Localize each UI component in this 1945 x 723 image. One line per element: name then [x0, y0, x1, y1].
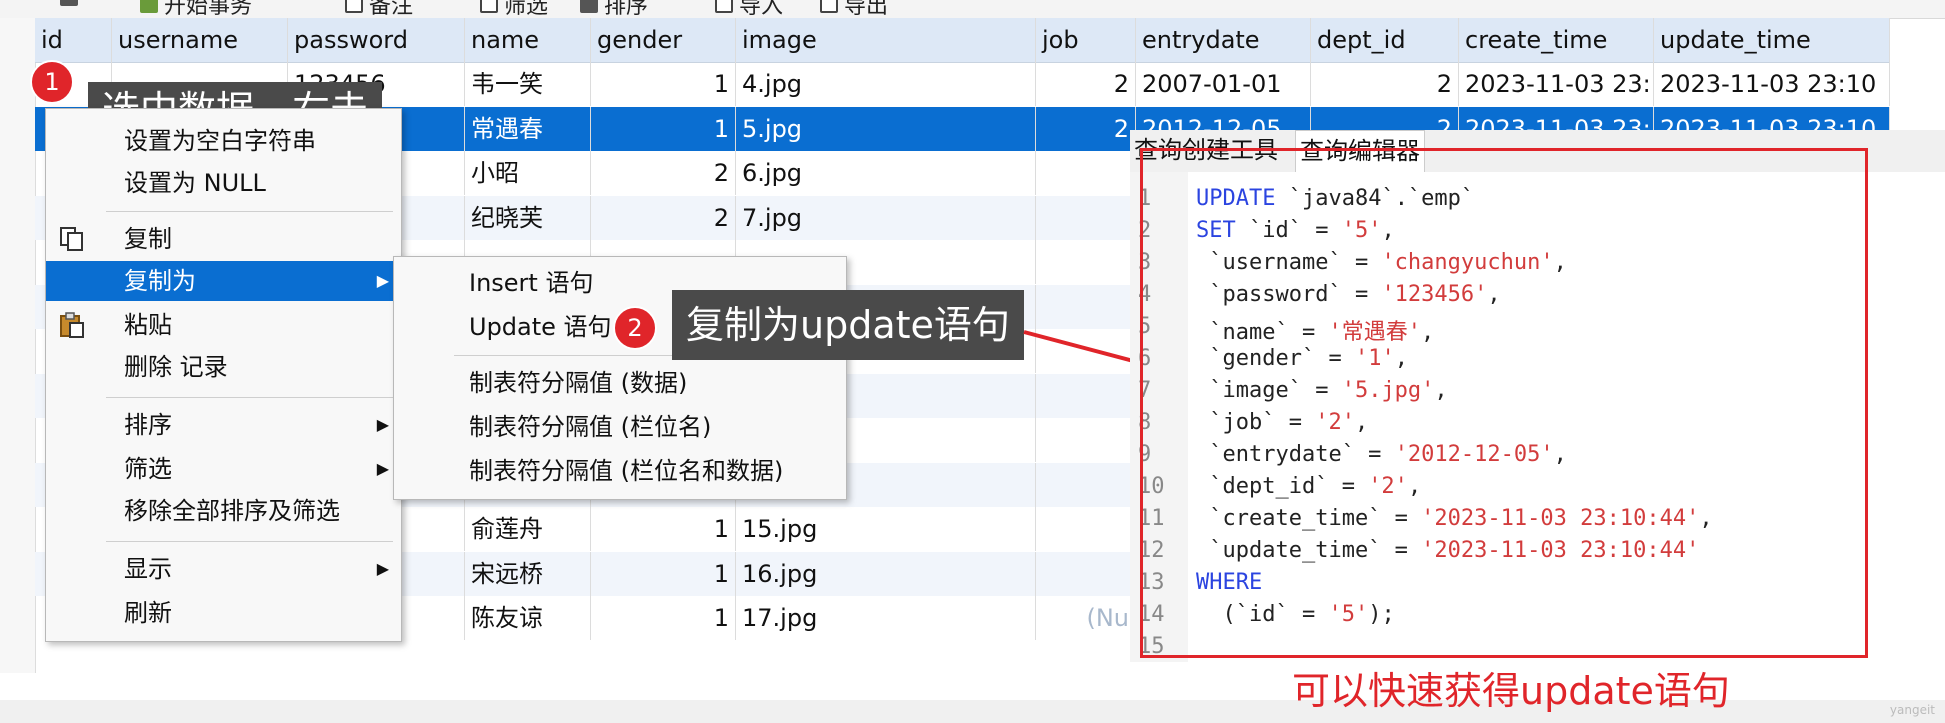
- menu-item-refresh[interactable]: 刷新: [46, 593, 401, 633]
- toolbar-item-export[interactable]: 导出: [820, 0, 888, 18]
- table-cell-gender[interactable]: 1: [591, 106, 736, 151]
- import-icon: [715, 0, 733, 13]
- table-cell-create-time[interactable]: 2023-11-03 23:1: [1459, 62, 1654, 106]
- menu-item-show[interactable]: 显示 ▶: [46, 549, 401, 589]
- result-note: 可以快速获得update语句: [1292, 669, 1730, 713]
- grid-header: id username password name gender image job entr…: [35, 18, 1890, 63]
- context-menu: 设置为空白字符串 设置为 NULL 复制 复制为 ▶ 粘贴 删除 记录 排序 ▶ 筛…: [45, 108, 402, 642]
- menu-item-clear-sort-filter[interactable]: 移除全部排序及筛选: [46, 491, 401, 531]
- submenu-arrow-icon: ▶: [376, 559, 389, 578]
- table-cell-image[interactable]: 16.jpg: [736, 551, 1036, 596]
- menu-separator: [106, 211, 393, 212]
- column-header-image[interactable]: image: [736, 18, 1036, 62]
- table-cell-name[interactable]: 宋远桥: [465, 551, 591, 596]
- table-cell-job[interactable]: [1036, 151, 1136, 195]
- table-cell-name[interactable]: 陈友谅: [465, 596, 591, 640]
- column-header-entrydate[interactable]: entrydate: [1136, 18, 1311, 62]
- table-cell-job[interactable]: [1036, 462, 1136, 507]
- column-header-job[interactable]: job: [1036, 18, 1136, 62]
- play-icon: [140, 0, 158, 13]
- table-cell-gender[interactable]: 1: [591, 551, 736, 596]
- column-header-update-time[interactable]: update_time: [1654, 18, 1890, 62]
- table-cell-name[interactable]: 韦一笑: [465, 62, 591, 106]
- watermark: yangeit: [1889, 703, 1935, 717]
- menu-separator: [106, 397, 393, 398]
- column-header-gender[interactable]: gender: [591, 18, 736, 62]
- copy-icon: [60, 227, 83, 251]
- toolbar-item-note[interactable]: 备注: [345, 0, 413, 18]
- submenu-arrow-icon: ▶: [376, 271, 389, 290]
- note-icon: [345, 0, 363, 13]
- table-cell-job[interactable]: (Nu: [1036, 596, 1136, 640]
- row-selector-gutter[interactable]: [0, 18, 36, 673]
- table-cell-gender[interactable]: 1: [591, 507, 736, 551]
- table-cell-gender[interactable]: 1: [591, 62, 736, 106]
- column-header-create-time[interactable]: create_time: [1459, 18, 1654, 62]
- column-header-username[interactable]: username: [112, 18, 288, 62]
- column-header-password[interactable]: password: [288, 18, 465, 62]
- column-header-dept-id[interactable]: dept_id: [1311, 18, 1459, 62]
- menu-separator: [106, 541, 393, 542]
- table-cell-dept-id[interactable]: 2: [1311, 62, 1459, 106]
- table-cell-job[interactable]: [1036, 418, 1136, 462]
- table-cell-image[interactable]: 5.jpg: [736, 106, 1036, 151]
- menu-item-set-empty-string[interactable]: 设置为空白字符串: [46, 121, 401, 161]
- table-cell-name[interactable]: 常遇春: [465, 106, 591, 151]
- export-icon: [820, 0, 838, 13]
- table-cell-name[interactable]: 小昭: [465, 151, 591, 195]
- table-cell-job[interactable]: 2: [1036, 62, 1136, 106]
- table-cell-entrydate[interactable]: 2007-01-01: [1136, 62, 1311, 106]
- table-cell-gender[interactable]: 2: [591, 195, 736, 240]
- submenu-item-tsv-fieldnames[interactable]: 制表符分隔值 (栏位名): [394, 407, 846, 447]
- callout-step2: 复制为update语句: [672, 290, 1024, 360]
- table-cell-update-time[interactable]: 2023-11-03 23:10: [1654, 62, 1890, 106]
- table-cell-name[interactable]: 俞莲舟: [465, 507, 591, 551]
- menu-item-paste[interactable]: 粘贴: [46, 305, 401, 345]
- paste-icon: [60, 312, 84, 338]
- menu-item-copy[interactable]: 复制: [46, 219, 401, 259]
- highlight-box: [1140, 148, 1868, 658]
- menu-item-filter[interactable]: 筛选 ▶: [46, 449, 401, 489]
- submenu-arrow-icon: ▶: [376, 415, 389, 434]
- table-cell-image[interactable]: 7.jpg: [736, 195, 1036, 240]
- table-cell-job[interactable]: 2: [1036, 106, 1136, 151]
- column-header-name[interactable]: name: [465, 18, 591, 62]
- table-cell-gender[interactable]: 1: [591, 596, 736, 640]
- filter-icon: [480, 0, 498, 13]
- table-cell-job[interactable]: [1036, 551, 1136, 596]
- table-cell-image[interactable]: 15.jpg: [736, 507, 1036, 551]
- table-cell-image[interactable]: 4.jpg: [736, 62, 1036, 106]
- toolbar-item-begin-transaction[interactable]: 开始事务: [140, 0, 252, 18]
- menu-item-delete-record[interactable]: 删除 记录: [46, 347, 401, 387]
- menu-item-copy-as[interactable]: 复制为 ▶: [46, 261, 401, 301]
- menu-item-set-null[interactable]: 设置为 NULL: [46, 163, 401, 203]
- toolbar: 开始事务 备注 筛选 排序 导入 导出: [0, 0, 1945, 19]
- toolbar-item-transaction[interactable]: [60, 0, 78, 6]
- table-cell-gender[interactable]: 2: [591, 151, 736, 195]
- column-header-id[interactable]: id: [35, 18, 112, 62]
- sort-icon: [580, 0, 598, 13]
- menu-icon: [60, 0, 78, 6]
- submenu-arrow-icon: ▶: [376, 459, 389, 478]
- submenu-item-tsv-data[interactable]: 制表符分隔值 (数据): [394, 363, 846, 403]
- table-cell-job[interactable]: [1036, 195, 1136, 240]
- step-badge-1: 1: [30, 60, 74, 104]
- toolbar-item-filter[interactable]: 筛选: [480, 0, 548, 18]
- table-cell-name[interactable]: 纪晓芙: [465, 195, 591, 240]
- toolbar-item-sort[interactable]: 排序: [580, 0, 648, 18]
- toolbar-item-import[interactable]: 导入: [715, 0, 783, 18]
- submenu-item-tsv-fieldnames-and-data[interactable]: 制表符分隔值 (栏位名和数据): [394, 451, 846, 491]
- step-badge-2: 2: [613, 306, 657, 350]
- table-cell-job[interactable]: [1036, 507, 1136, 551]
- table-cell-job[interactable]: [1036, 240, 1136, 284]
- menu-item-sort[interactable]: 排序 ▶: [46, 405, 401, 445]
- table-cell-image[interactable]: 17.jpg: [736, 596, 1036, 640]
- table-cell-image[interactable]: 6.jpg: [736, 151, 1036, 195]
